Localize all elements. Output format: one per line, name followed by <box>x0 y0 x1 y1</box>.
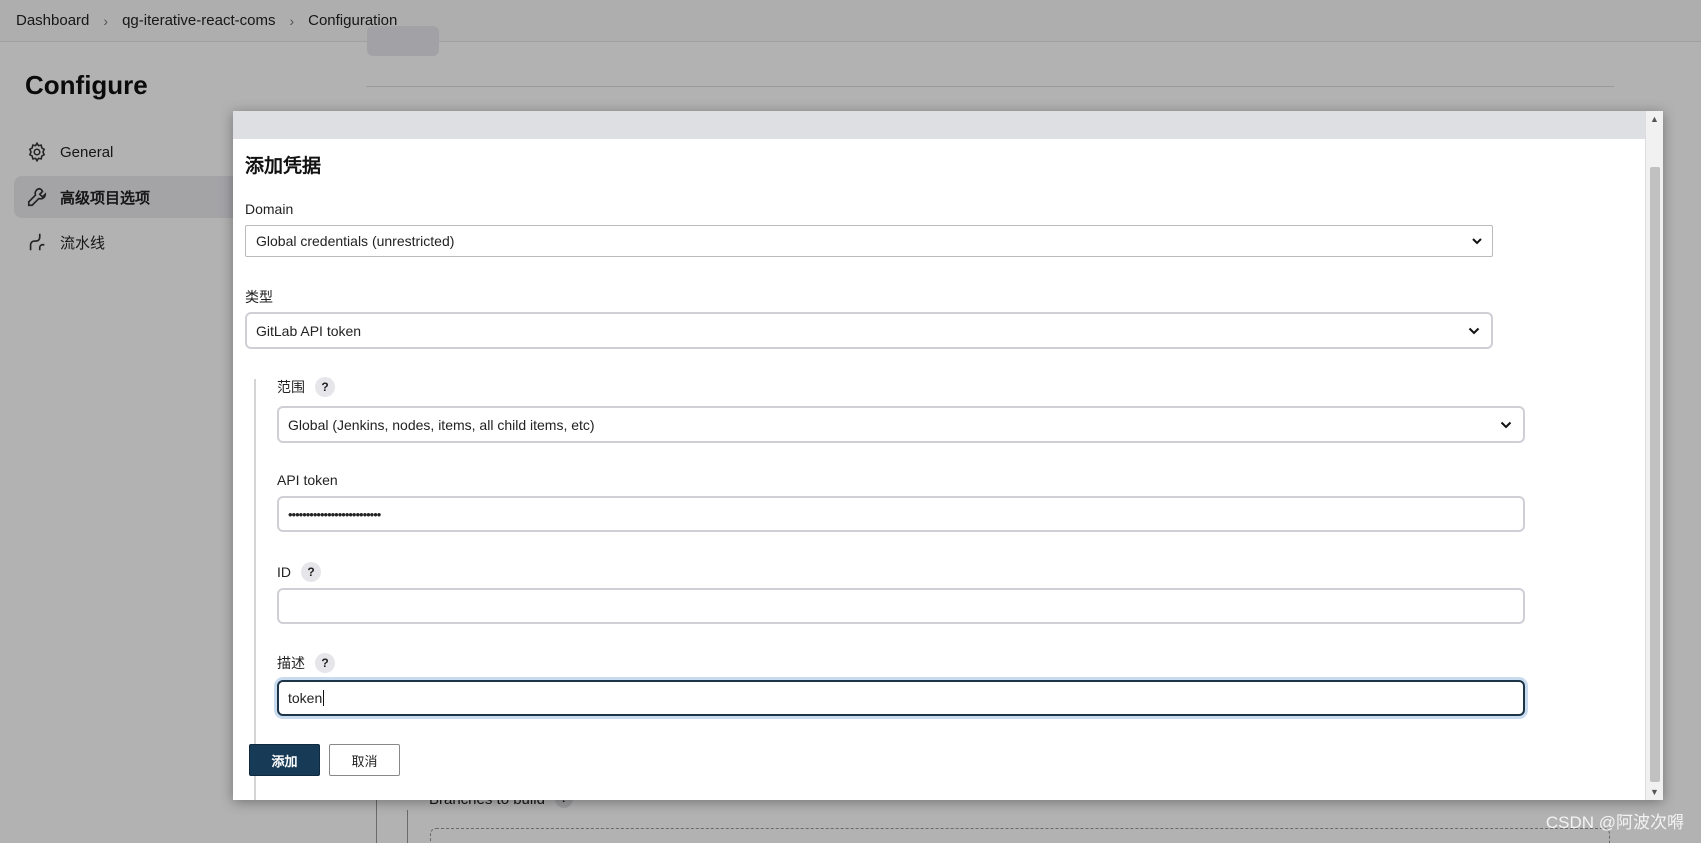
chevron-down-icon <box>1470 234 1484 251</box>
api-token-input[interactable]: •••••••••••••••••••••••••• <box>277 496 1525 532</box>
cancel-button[interactable]: 取消 <box>329 744 400 776</box>
help-icon[interactable]: ? <box>315 377 335 397</box>
dialog-header-bar <box>233 111 1645 139</box>
dialog-scrollbar[interactable]: ▲ ▼ <box>1645 111 1663 800</box>
scroll-down-icon[interactable]: ▼ <box>1650 787 1659 797</box>
help-icon[interactable]: ? <box>301 562 321 582</box>
description-label: 描述 ? <box>277 653 335 673</box>
domain-label: Domain <box>245 201 294 217</box>
scope-label: 范围 ? <box>277 377 335 397</box>
add-button[interactable]: 添加 <box>249 744 320 776</box>
watermark: CSDN @阿波次嘚 <box>1545 813 1684 832</box>
scope-select[interactable]: Global (Jenkins, nodes, items, all child… <box>277 406 1525 443</box>
domain-select[interactable]: Global credentials (unrestricted) <box>245 225 1493 257</box>
kind-label: 类型 <box>245 289 273 305</box>
nested-section-border <box>254 379 256 800</box>
dialog-title: 添加凭据 <box>245 156 322 177</box>
text-caret <box>323 690 325 706</box>
scroll-thumb[interactable] <box>1650 167 1660 782</box>
id-input[interactable] <box>277 588 1525 624</box>
help-icon[interactable]: ? <box>315 653 335 673</box>
chevron-down-icon <box>1499 418 1513 435</box>
scroll-up-icon[interactable]: ▲ <box>1650 114 1659 124</box>
chevron-down-icon <box>1467 324 1481 341</box>
id-label: ID ? <box>277 562 321 582</box>
description-input[interactable]: token <box>277 680 1525 716</box>
api-token-label: API token <box>277 472 338 488</box>
add-credentials-dialog: 添加凭据 Domain Global credentials (unrestri… <box>233 111 1663 800</box>
kind-select[interactable]: GitLab API token <box>245 312 1493 349</box>
